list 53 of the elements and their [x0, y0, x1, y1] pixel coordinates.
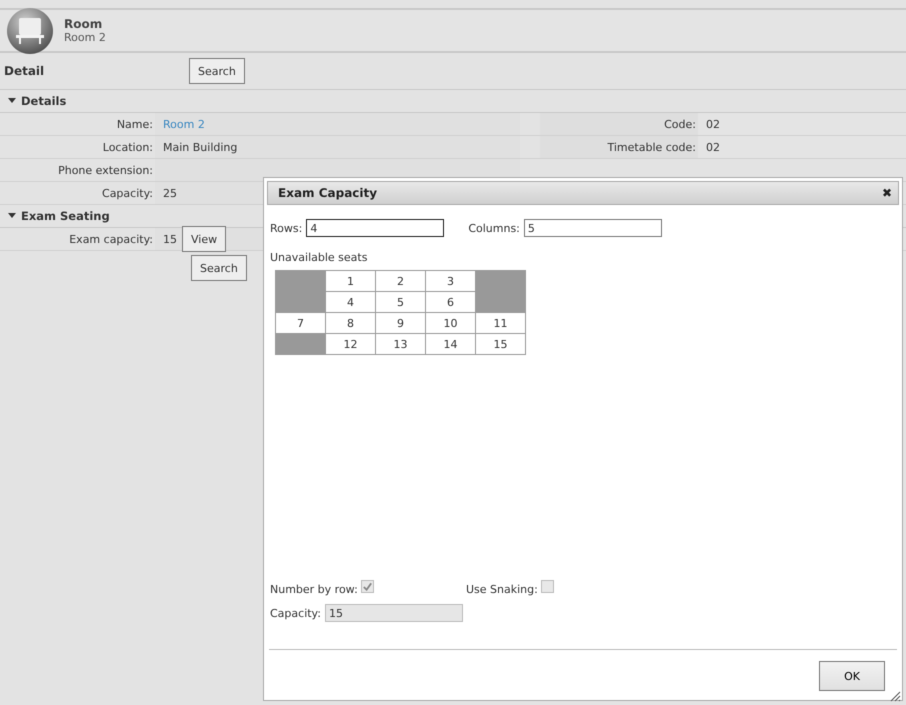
checkbox-label: Number by row: [270, 583, 358, 596]
seat[interactable]: 10 [426, 313, 476, 334]
close-button[interactable]: ✖ [876, 186, 898, 200]
seat[interactable]: 13 [376, 334, 426, 355]
columns-input[interactable]: 5 [524, 219, 662, 237]
unavailable-seat[interactable] [276, 271, 326, 292]
seat[interactable]: 11 [476, 313, 526, 334]
seat[interactable]: 2 [376, 271, 426, 292]
seat[interactable]: 12 [326, 334, 376, 355]
field-value: Main Building [163, 140, 238, 154]
unavailable-seat[interactable] [476, 292, 526, 313]
capacity-input[interactable]: 15 [324, 604, 463, 622]
field-label: Exam capacity: [69, 232, 153, 246]
unavailable-seat[interactable] [276, 292, 326, 313]
checkbox[interactable] [360, 580, 374, 593]
seat[interactable]: 4 [326, 292, 376, 313]
field-label: Rows: [270, 222, 302, 234]
checkbox-label: Use Snaking: [466, 583, 538, 596]
view-button[interactable]: View [182, 226, 226, 252]
detail-title: Detail [3, 64, 46, 78]
seat[interactable]: 8 [326, 313, 376, 334]
field-label: Capacity: [102, 186, 153, 200]
seat[interactable]: 9 [376, 313, 426, 334]
field-label: Location: [102, 140, 153, 154]
checkbox[interactable] [540, 580, 554, 593]
seat[interactable]: 15 [476, 334, 526, 355]
search-button[interactable]: Search [189, 58, 245, 84]
seat[interactable]: 1 [326, 271, 376, 292]
dialog-title: Exam Capacity [277, 186, 378, 200]
field-label: Code: [664, 118, 696, 130]
seat[interactable]: 14 [426, 334, 476, 355]
seats-label: Unavailable seats [270, 251, 368, 264]
seat[interactable]: 3 [426, 271, 476, 292]
page-subtitle: Room 2 [64, 31, 106, 44]
field-value: 15 [163, 232, 177, 246]
page-title: Room [64, 17, 104, 31]
resize-grip-icon[interactable] [889, 690, 901, 702]
field-label: Capacity: [270, 606, 321, 620]
field-value: 25 [163, 186, 177, 200]
rows-input[interactable]: 4 [306, 219, 444, 237]
unavailable-seat[interactable] [476, 271, 526, 292]
field-label: Columns: [468, 222, 520, 234]
search-button[interactable]: Search [191, 255, 247, 281]
field-label: Name: [116, 118, 153, 130]
field-value: 02 [706, 140, 720, 154]
seat[interactable]: 6 [426, 292, 476, 313]
field-label: Timetable code: [607, 140, 696, 154]
field-label: Phone extension: [58, 164, 153, 176]
ok-button[interactable]: OK [819, 661, 885, 691]
unavailable-seat[interactable] [276, 334, 326, 355]
field-value: 02 [706, 118, 720, 130]
seat[interactable]: 7 [276, 313, 326, 334]
seat[interactable]: 5 [376, 292, 426, 313]
